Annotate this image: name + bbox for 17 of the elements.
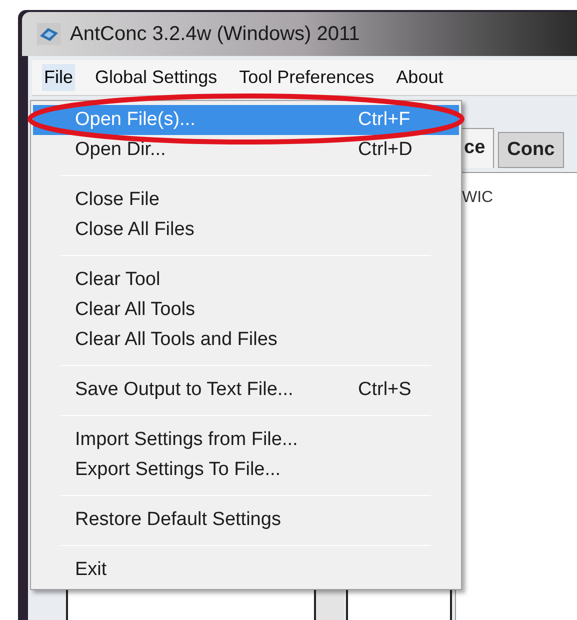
menu-bar-item[interactable]: About [394, 64, 446, 91]
menu-item[interactable]: Exit [33, 555, 459, 585]
menu-bar-item[interactable]: Global Settings [93, 64, 220, 91]
menu-item[interactable]: Save Output to Text File... Ctrl+S [33, 375, 459, 405]
tab[interactable]: Conc [498, 132, 564, 168]
column-header: WIC [462, 188, 494, 208]
menu-item[interactable]: Restore Default Settings [33, 505, 459, 535]
menu-item[interactable]: Close All Files [33, 215, 459, 245]
menu-item[interactable]: Export Settings To File... [33, 455, 459, 485]
menu-bar-item[interactable]: File [42, 64, 76, 91]
menu-bar-item[interactable]: Tool Preferences [237, 64, 376, 91]
menu-item[interactable]: Import Settings from File... [33, 425, 459, 455]
window-title: AntConc 3.2.4w (Windows) 2011 [70, 22, 360, 47]
menu-item[interactable]: Close File [33, 185, 459, 215]
menu-item[interactable]: Clear All Tools and Files [33, 325, 459, 355]
menu-item[interactable]: Clear All Tools [33, 295, 459, 325]
menu-item[interactable]: Clear Tool [33, 265, 459, 295]
